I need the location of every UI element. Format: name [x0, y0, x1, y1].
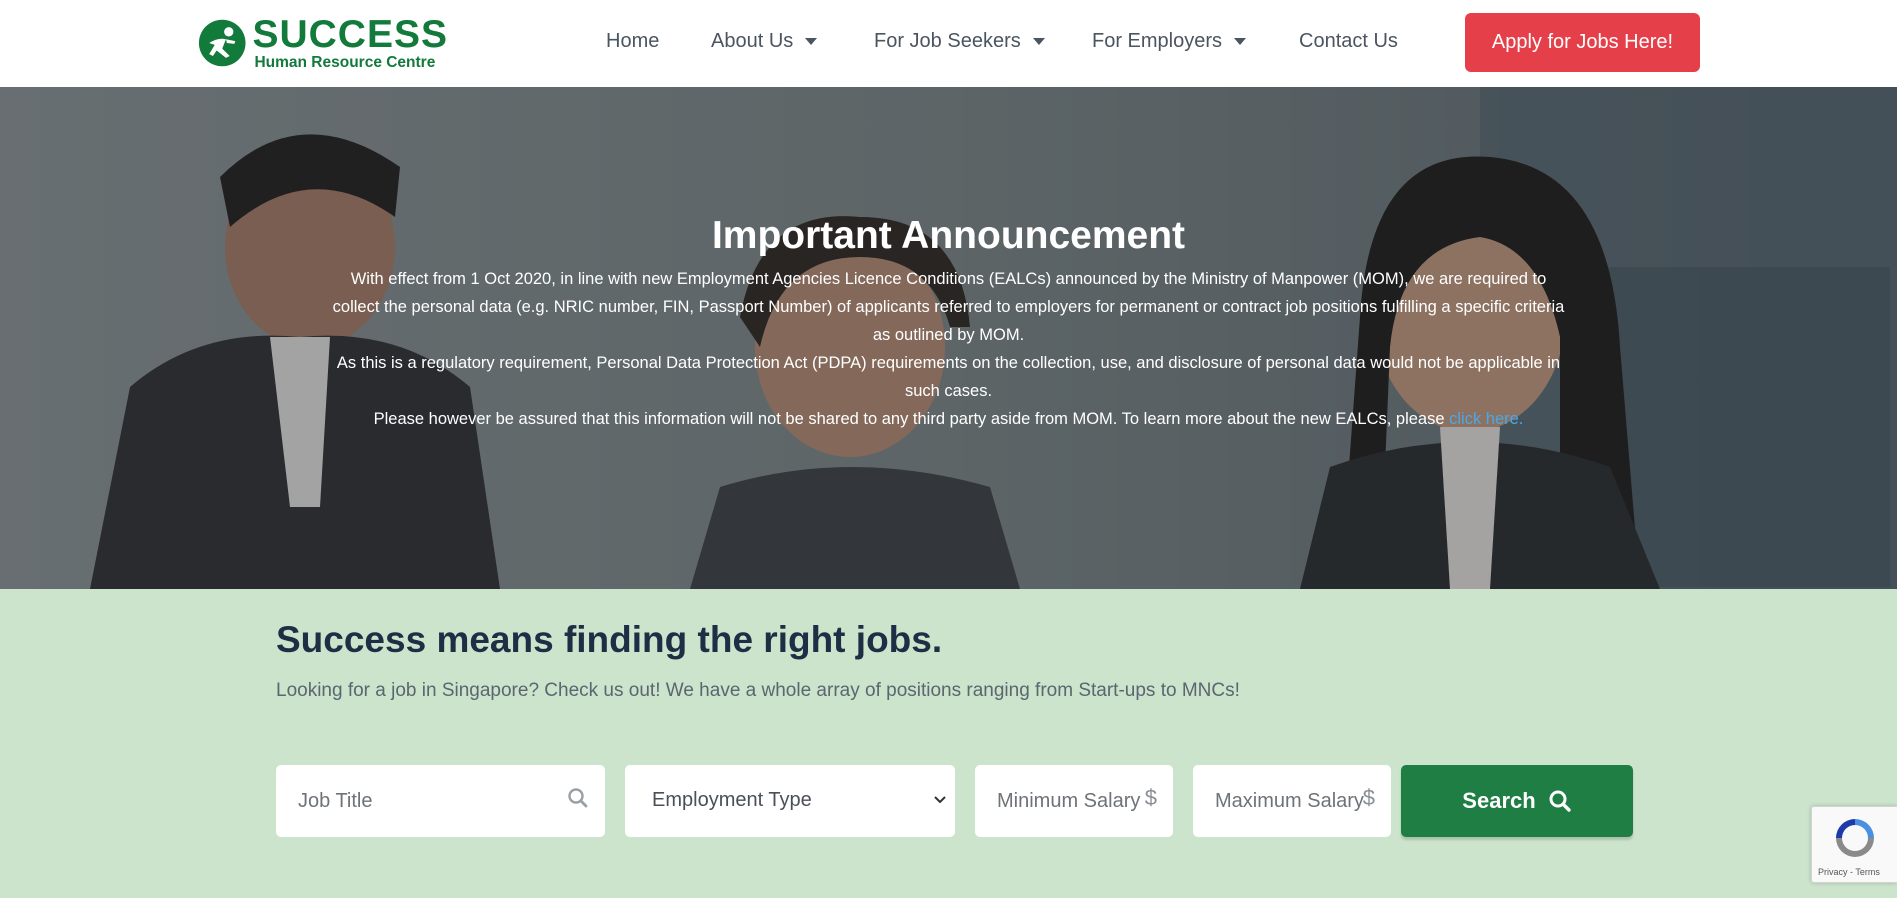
nav-home-label: Home — [606, 30, 660, 52]
search-section-subtitle: Looking for a job in Singapore? Check us… — [276, 680, 1240, 701]
job-title-field — [276, 765, 605, 837]
chevron-down-icon — [934, 796, 946, 804]
announcement-paragraph-1: With effect from 1 Oct 2020, in line wit… — [332, 270, 1565, 344]
max-salary-input[interactable] — [1193, 765, 1391, 837]
employment-type-value: Employment Type — [652, 789, 812, 811]
announcement-title: Important Announcement — [711, 214, 1186, 257]
min-salary-input[interactable] — [975, 765, 1173, 837]
logo-tagline: Human Resource Centre — [254, 53, 436, 71]
search-section-title: Success means finding the right jobs. — [276, 619, 943, 660]
job-title-input[interactable] — [276, 765, 605, 837]
nav-employers-label: For Employers — [1092, 30, 1223, 52]
search-icon — [1549, 790, 1571, 812]
min-salary-field: $ — [975, 765, 1173, 837]
nav-employers[interactable]: For Employers — [1092, 30, 1247, 53]
caret-down-icon — [805, 38, 818, 45]
ealc-click-here-link[interactable]: click here. — [1449, 410, 1523, 428]
hero-banner: Important Announcement With effect from … — [0, 87, 1897, 589]
search-button-label: Search — [1462, 788, 1536, 813]
announcement-paragraph-3-text: Please however be assured that this info… — [373, 410, 1450, 428]
announcement-body: With effect from 1 Oct 2020, in line wit… — [330, 265, 1567, 433]
nav-contact-us-label: Contact Us — [1299, 30, 1398, 52]
nav-about-us[interactable]: About Us — [711, 30, 818, 53]
logo-name: SUCCESS — [252, 12, 448, 56]
recaptcha-icon — [1836, 819, 1874, 857]
announcement-paragraph-2: As this is a regulatory requirement, Per… — [336, 354, 1561, 400]
recaptcha-badge[interactable]: Privacy - Terms — [1811, 806, 1897, 883]
announcement-paragraph-3: Please however be assured that this info… — [330, 405, 1567, 433]
search-button[interactable]: Search — [1401, 765, 1633, 837]
search-icon — [568, 788, 588, 808]
nav-job-seekers[interactable]: For Job Seekers — [874, 30, 1045, 53]
job-search-section: Success means finding the right jobs. Lo… — [0, 589, 1897, 898]
apply-jobs-button[interactable]: Apply for Jobs Here! — [1465, 13, 1700, 72]
recaptcha-privacy-terms[interactable]: Privacy - Terms — [1818, 867, 1880, 877]
caret-down-icon — [1032, 38, 1045, 45]
logo[interactable]: SUCCESS Human Resource Centre — [198, 14, 448, 72]
site-header: SUCCESS Human Resource Centre Home About… — [0, 0, 1897, 87]
nav-job-seekers-label: For Job Seekers — [874, 30, 1021, 52]
max-salary-field: $ — [1193, 765, 1391, 837]
nav-about-us-label: About Us — [711, 30, 794, 52]
nav-contact-us[interactable]: Contact Us — [1299, 30, 1398, 53]
caret-down-icon — [1234, 38, 1247, 45]
dollar-icon: $ — [1362, 785, 1375, 810]
nav-home[interactable]: Home — [606, 30, 659, 53]
employment-type-select[interactable]: Employment Type — [625, 765, 955, 837]
logo-runner-icon — [198, 19, 246, 67]
dollar-icon: $ — [1144, 785, 1157, 810]
